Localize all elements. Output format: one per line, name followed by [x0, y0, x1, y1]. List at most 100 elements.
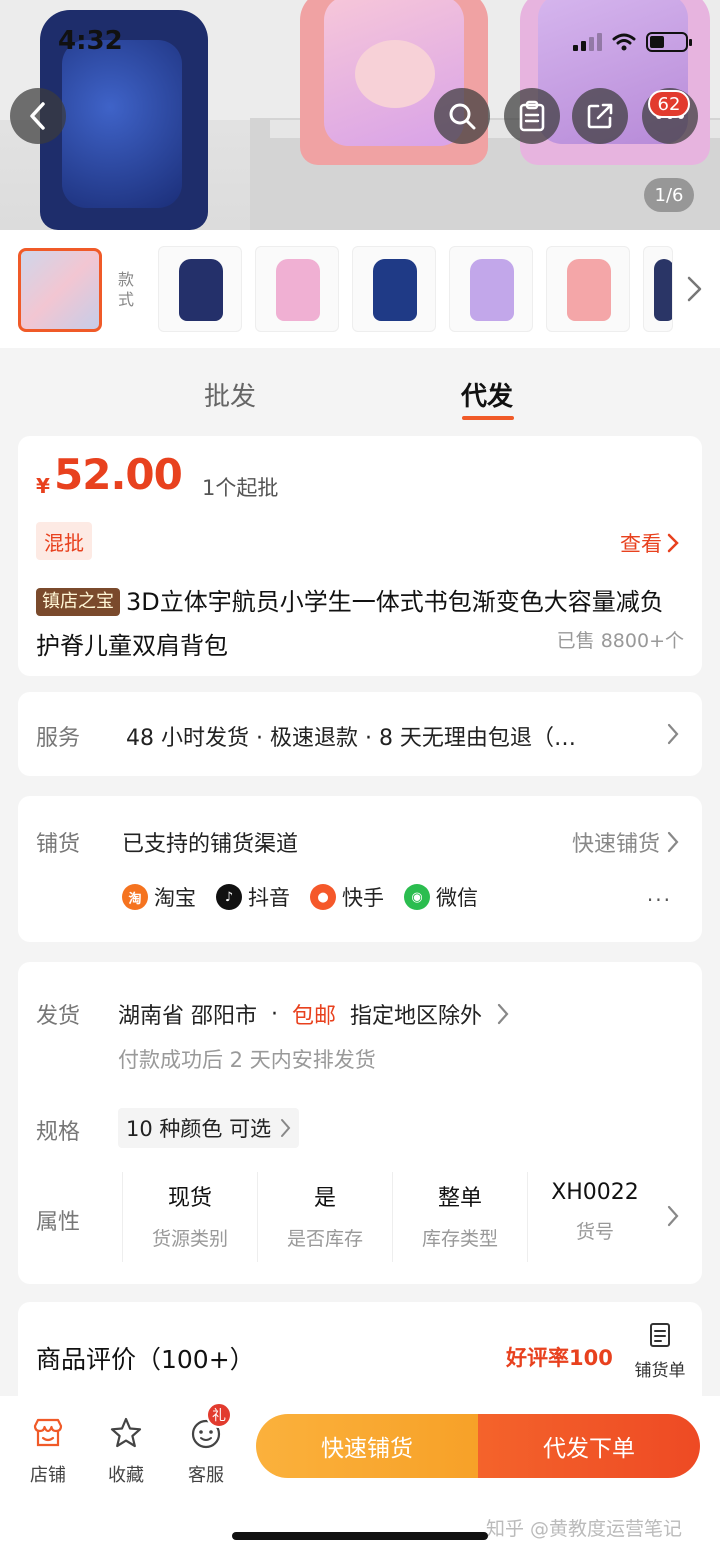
search-icon [449, 103, 476, 130]
minimum-order: 1个起批 [202, 476, 279, 500]
douyin-icon: ♪ [216, 884, 242, 910]
view-link[interactable]: 查看 [620, 528, 680, 558]
attribute-item: 整单 库存类型 [392, 1172, 527, 1262]
gift-badge: 礼 [206, 1402, 232, 1428]
wifi-icon [612, 33, 636, 51]
variant-thumb[interactable] [546, 246, 630, 332]
status-time: 4:32 [58, 26, 123, 56]
product-title-block: 镇店之宝 3D立体宇航员小学生一体式书包渐变色大容量减负护脊儿童双肩背包 [36, 580, 676, 668]
variant-thumb[interactable] [643, 246, 673, 332]
customer-service-nav-item[interactable]: 客服 [176, 1416, 236, 1487]
channel-kuaishou[interactable]: ● 快手 [310, 882, 384, 912]
purchase-mode-tabs: 批发 代发 [0, 350, 720, 434]
attribute-item: 是 是否库存 [257, 1172, 392, 1262]
variant-thumb[interactable] [158, 246, 242, 332]
currency-symbol: ¥ [36, 474, 50, 498]
variant-thumb[interactable] [255, 246, 339, 332]
store-icon [33, 1418, 63, 1447]
service-text: 48 小时发货 · 极速退款 · 8 天无理由包退（… [126, 726, 576, 751]
search-button[interactable] [434, 88, 490, 144]
shipping-label: 发货 [36, 1004, 81, 1029]
favorite-nav-item[interactable]: 收藏 [96, 1416, 156, 1487]
attribute-item: 现货 货源类别 [122, 1172, 257, 1262]
attribute-key: 货号 [575, 1221, 614, 1243]
distribution-list-button[interactable]: 铺货单 [628, 1322, 692, 1381]
watermark: 知乎 @黄教度运营笔记 [486, 1518, 683, 1540]
channel-name: 微信 [436, 886, 478, 910]
product-gallery[interactable]: 4:32 62 1/6 [0, 0, 720, 230]
variant-strip: 款式 [0, 230, 720, 348]
attribute-key: 库存类型 [421, 1228, 498, 1250]
distribution-card: 铺货 已支持的铺货渠道 快速铺货 淘 淘宝 ♪ 抖音 ● 快手 ◉ 微信 ··· [18, 796, 702, 942]
cellular-signal-icon [573, 33, 602, 51]
battery-icon [646, 32, 692, 52]
product-price: 52.00 [54, 450, 183, 499]
channel-taobao[interactable]: 淘 淘宝 [122, 882, 196, 912]
view-label: 查看 [620, 532, 662, 556]
shipping-origin: 湖南省 邵阳市 [118, 1004, 257, 1029]
more-channels-icon[interactable]: ··· [647, 888, 672, 912]
share-button[interactable] [572, 88, 628, 144]
shipping-origin-row[interactable]: 湖南省 邵阳市 · 包邮 指定地区除外 [118, 998, 510, 1030]
attributes-list[interactable]: 现货 货源类别 是 是否库存 整单 库存类型 XH0022 货号 [122, 1172, 662, 1262]
variant-thumb[interactable] [449, 246, 533, 332]
chevron-right-icon[interactable] [666, 1204, 680, 1228]
chevron-right-icon[interactable] [682, 274, 706, 304]
attribute-key: 是否库存 [286, 1228, 363, 1250]
home-indicator[interactable] [232, 1532, 488, 1540]
attribute-value: 现货 [167, 1186, 212, 1211]
status-icons [573, 32, 692, 52]
store-nav-item[interactable]: 店铺 [18, 1416, 78, 1487]
attribute-value: 整单 [437, 1186, 482, 1211]
customer-service-label: 客服 [188, 1465, 224, 1486]
list-document-icon [650, 1323, 670, 1347]
variant-thumb[interactable] [352, 246, 436, 332]
tab-dropship[interactable]: 代发 [461, 376, 513, 413]
attribute-value: 是 [313, 1186, 336, 1211]
product-image-cat-face [355, 40, 435, 108]
quick-distribute-link[interactable]: 快速铺货 [572, 826, 680, 858]
notification-badge: 62 [648, 90, 690, 118]
chevron-right-icon [281, 1119, 291, 1137]
channel-name: 快手 [342, 886, 384, 910]
wechat-icon: ◉ [404, 884, 430, 910]
kuaishou-icon: ● [310, 884, 336, 910]
attribute-key: 货源类别 [151, 1228, 228, 1250]
positive-rate: 好评率100 [506, 1346, 613, 1370]
bottom-action-bar: 店铺 收藏 客服 礼 快速铺货 代发下单 知乎 @黄教度运营笔记 [0, 1396, 720, 1558]
quick-distribute-label: 快速铺货 [571, 832, 660, 857]
back-button[interactable] [10, 88, 66, 144]
tab-wholesale[interactable]: 批发 [204, 376, 256, 413]
spec-value: 10 种颜色 可选 [126, 1117, 272, 1141]
spec-label: 规格 [36, 1120, 81, 1145]
distribution-list-label: 铺货单 [634, 1361, 686, 1381]
chevron-right-icon [497, 1003, 509, 1025]
variant-thumb-selected[interactable] [18, 248, 102, 332]
clipboard-button[interactable] [504, 88, 560, 144]
shipping-card: 发货 湖南省 邵阳市 · 包邮 指定地区除外 付款成功后 2 天内安排发货 规格… [18, 962, 702, 1284]
dropship-order-button[interactable]: 代发下单 [478, 1414, 700, 1478]
mixed-batch-tag: 混批 [36, 522, 92, 560]
shipping-exclusion: 指定地区除外 [350, 1004, 483, 1029]
store-label: 店铺 [30, 1465, 66, 1486]
channel-name: 抖音 [248, 886, 290, 910]
chevron-right-icon [667, 723, 679, 745]
chevron-right-icon [667, 831, 679, 853]
favorite-label: 收藏 [108, 1465, 144, 1486]
channel-name: 淘宝 [154, 886, 196, 910]
clipboard-icon [519, 100, 545, 132]
variant-label: 款式 [118, 270, 135, 309]
quick-distribute-button[interactable]: 快速铺货 [256, 1414, 478, 1478]
channel-wechat[interactable]: ◉ 微信 [404, 882, 478, 912]
shipping-note: 付款成功后 2 天内安排发货 [118, 1048, 376, 1072]
reviews-title: 商品评价（100+） [36, 1345, 255, 1374]
separator-dot: · [271, 1001, 278, 1027]
share-icon [587, 103, 613, 129]
channel-douyin[interactable]: ♪ 抖音 [216, 882, 290, 912]
distribution-label: 铺货 [36, 832, 81, 857]
channel-list: 淘 淘宝 ♪ 抖音 ● 快手 ◉ 微信 [122, 882, 478, 912]
attributes-label: 属性 [36, 1210, 81, 1235]
spec-selector[interactable]: 10 种颜色 可选 [118, 1108, 300, 1148]
taobao-icon: 淘 [122, 884, 148, 910]
service-row[interactable]: 服务 48 小时发货 · 极速退款 · 8 天无理由包退（… [18, 692, 702, 776]
